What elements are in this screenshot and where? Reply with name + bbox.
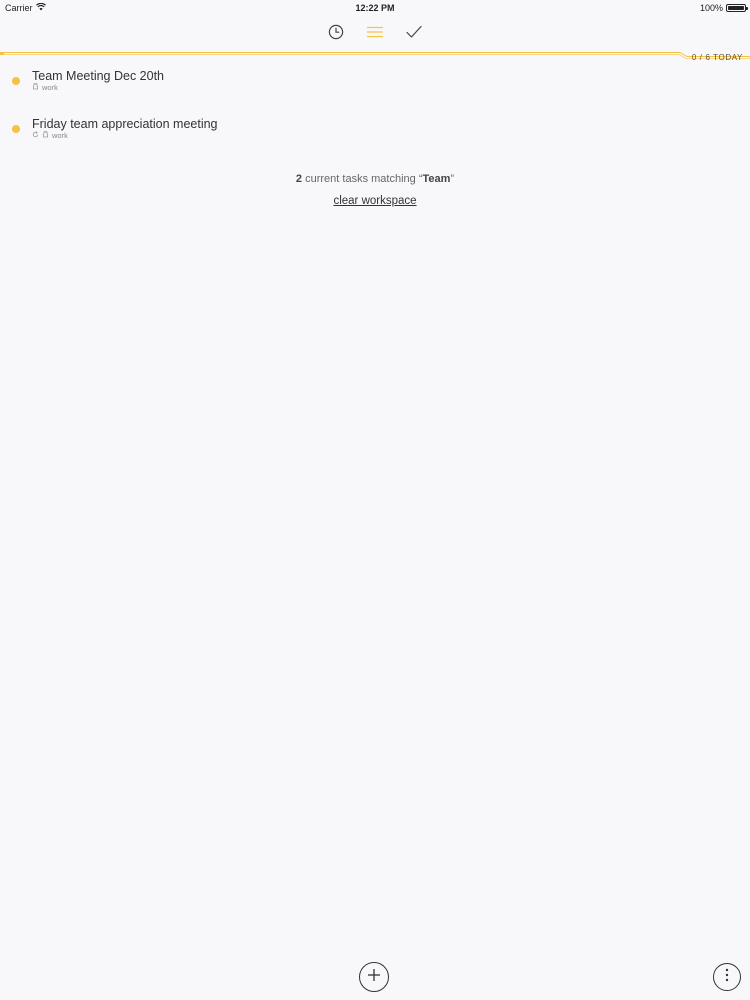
current-tab[interactable] <box>365 22 385 46</box>
upcoming-tab[interactable] <box>326 22 346 46</box>
task-item[interactable]: Friday team appreciation meeting work <box>0 112 750 160</box>
task-meta: work <box>32 83 58 92</box>
summary-text-end: ” <box>450 173 455 185</box>
progress-line <box>0 52 750 59</box>
task-status-dot <box>12 125 20 133</box>
completed-tab[interactable] <box>404 22 424 46</box>
task-tag: work <box>52 131 68 140</box>
task-title: Team Meeting Dec 20th <box>32 69 165 83</box>
task-title: Friday team appreciation meeting <box>32 117 218 131</box>
plus-icon <box>367 968 381 987</box>
more-options-button[interactable] <box>713 963 741 991</box>
search-summary: 2 current tasks matching “Team” <box>0 173 750 185</box>
view-switcher <box>0 22 750 46</box>
clock-icon <box>328 24 344 45</box>
tag-icon <box>42 131 49 140</box>
task-meta: work <box>32 131 68 140</box>
clear-workspace-link[interactable]: clear workspace <box>0 195 750 207</box>
clock-time: 12:22 PM <box>355 3 395 13</box>
today-count: 0 / 6 TODAY <box>691 53 743 62</box>
today-progress: 0 / 6 TODAY <box>0 50 750 64</box>
repeat-icon <box>32 131 39 140</box>
checkmark-icon <box>406 25 422 44</box>
status-right: 100% <box>699 3 748 13</box>
search-query: Team <box>422 173 451 185</box>
summary-text: current tasks matching “ <box>302 173 423 185</box>
status-bar: Carrier 12:22 PM 100% <box>0 0 750 16</box>
task-item[interactable]: Team Meeting Dec 20th work <box>0 64 750 112</box>
more-vertical-icon <box>725 968 729 987</box>
battery-icon <box>726 4 748 12</box>
list-icon <box>367 25 383 44</box>
tag-icon <box>32 83 39 92</box>
task-status-dot <box>12 77 20 85</box>
task-tag: work <box>42 83 58 92</box>
task-list: Team Meeting Dec 20th work Friday team a… <box>0 64 750 160</box>
battery-percent: 100% <box>699 3 723 13</box>
add-task-button[interactable] <box>359 962 389 992</box>
